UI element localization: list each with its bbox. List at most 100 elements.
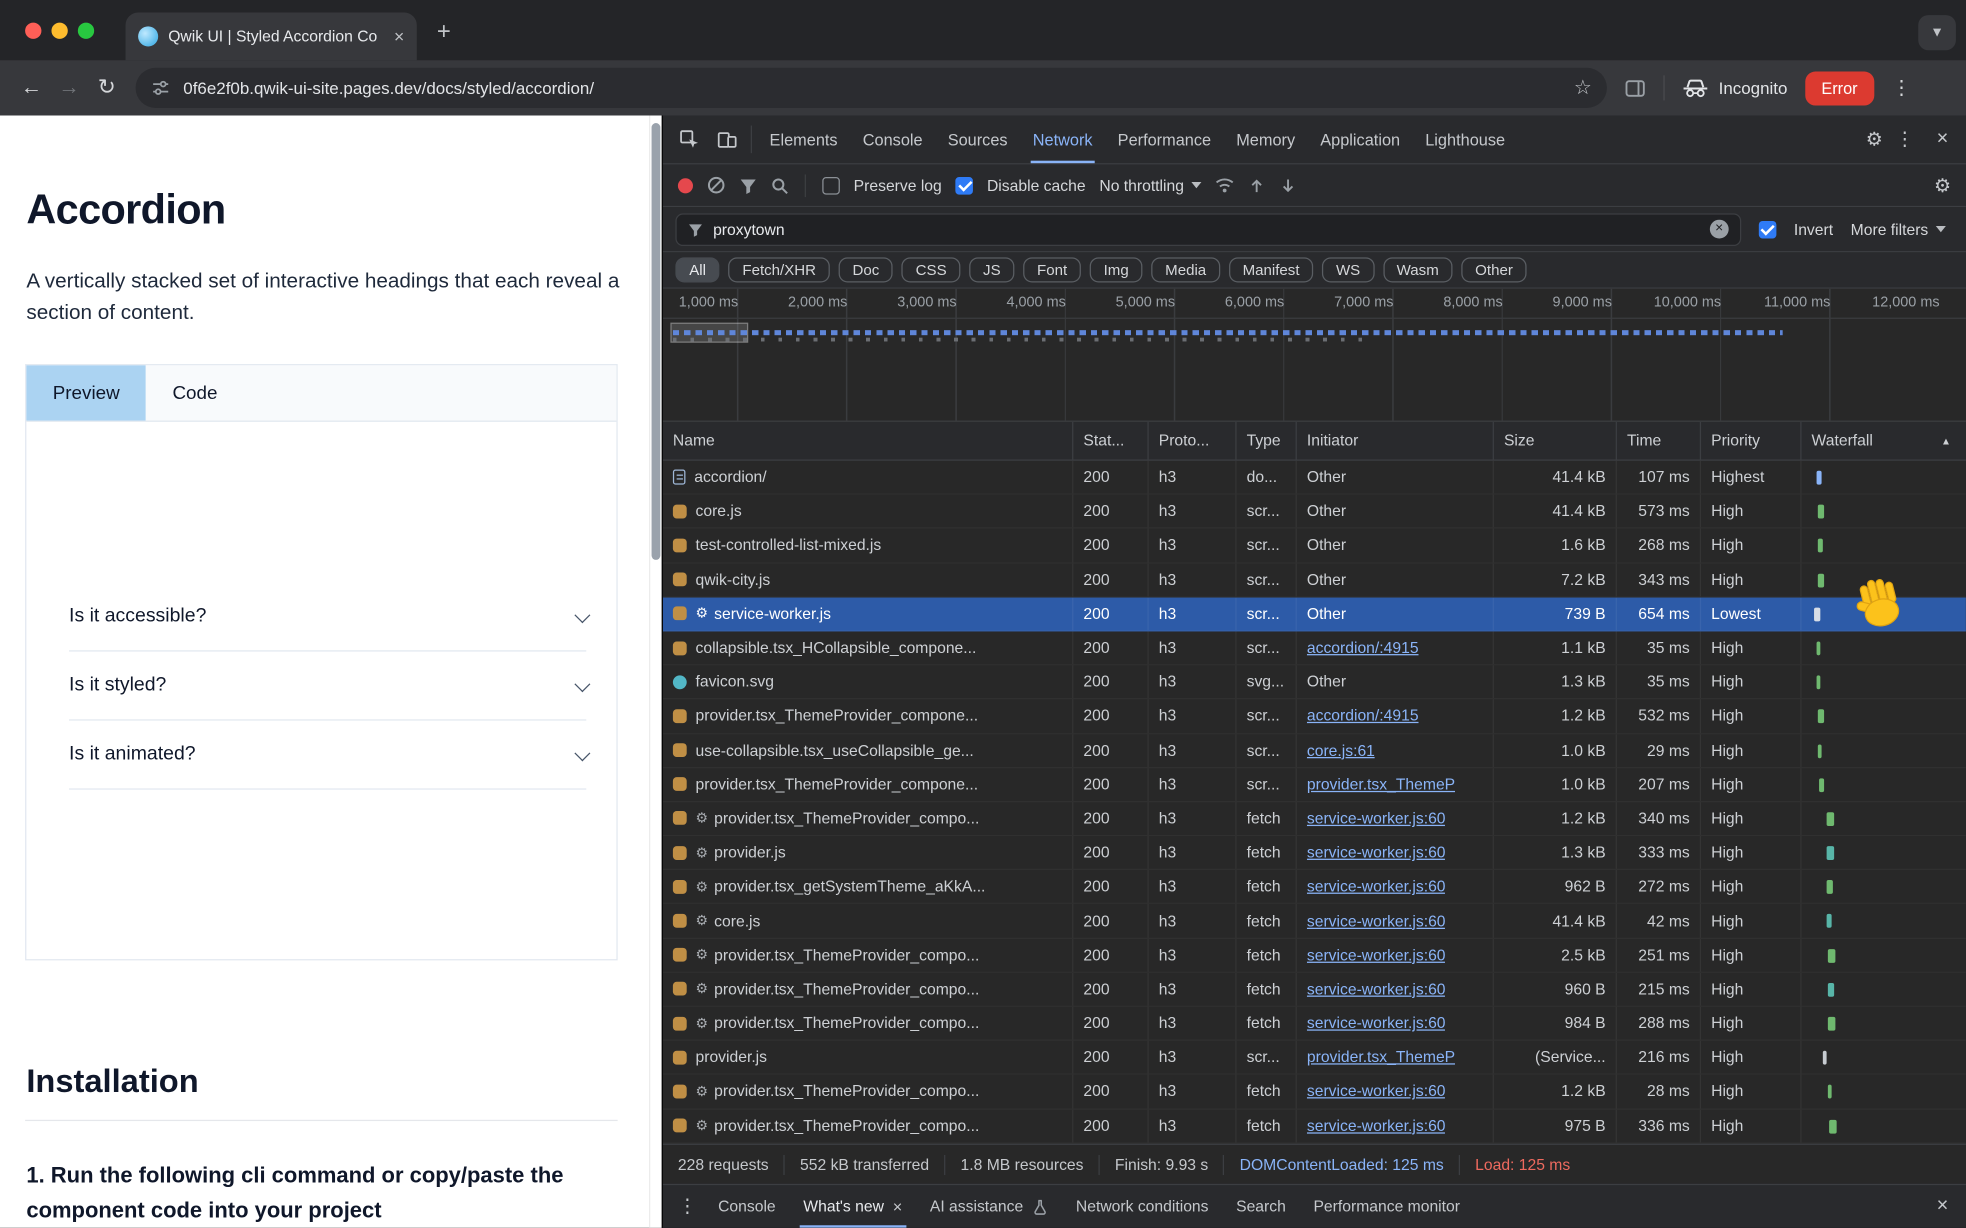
devtools-tab-elements[interactable]: Elements <box>757 115 850 163</box>
back-icon[interactable]: ← <box>13 75 51 100</box>
site-info-icon[interactable] <box>151 78 171 98</box>
drawer-tab-close-icon[interactable]: × <box>893 1197 903 1216</box>
import-har-icon[interactable] <box>1248 176 1266 194</box>
filter-chip-manifest[interactable]: Manifest <box>1229 257 1314 282</box>
minimize-window-button[interactable] <box>51 23 67 39</box>
devtools-tab-performance[interactable]: Performance <box>1105 115 1224 163</box>
request-name-cell[interactable]: ⚙provider.tsx_getSystemTheme_aKkA... <box>663 870 1074 903</box>
clear-network-log-icon[interactable] <box>707 176 726 195</box>
column-header-priority[interactable]: Priority <box>1701 422 1801 460</box>
request-name-cell[interactable]: ⚙provider.tsx_ThemeProvider_compo... <box>663 1109 1074 1142</box>
column-header-waterfall[interactable]: Waterfall▲ <box>1801 422 1965 460</box>
bookmark-star-icon[interactable]: ☆ <box>1574 75 1592 100</box>
browser-menu-icon[interactable]: ⋮ <box>1891 75 1911 100</box>
disable-cache-checkbox[interactable] <box>956 176 974 194</box>
request-row[interactable]: ⚙provider.tsx_ThemeProvider_compo...200h… <box>663 1007 1966 1041</box>
initiator-link[interactable]: provider.tsx_ThemeP <box>1307 1049 1455 1067</box>
request-name-cell[interactable]: ⚙provider.tsx_ThemeProvider_compo... <box>663 939 1074 972</box>
filter-chip-other[interactable]: Other <box>1461 257 1526 282</box>
initiator-cell[interactable]: service-worker.js:60 <box>1297 1007 1494 1040</box>
drawer-tab-search[interactable]: Search <box>1222 1185 1299 1228</box>
request-row[interactable]: ⚙provider.tsx_ThemeProvider_compo...200h… <box>663 1109 1966 1143</box>
request-name-cell[interactable]: favicon.svg <box>663 666 1074 699</box>
search-icon[interactable] <box>771 176 789 194</box>
accordion-item-is-it-animated[interactable]: Is it animated? <box>69 721 586 790</box>
initiator-cell[interactable]: core.js:61 <box>1297 734 1494 767</box>
initiator-link[interactable]: service-worker.js:60 <box>1307 912 1446 930</box>
request-row[interactable]: ⚙core.js200h3fetchservice-worker.js:6041… <box>663 904 1966 938</box>
drawer-tab-console[interactable]: Console <box>704 1185 789 1228</box>
initiator-cell[interactable]: service-worker.js:60 <box>1297 904 1494 937</box>
request-row[interactable]: ⚙provider.tsx_getSystemTheme_aKkA...200h… <box>663 870 1966 904</box>
tab-search-button[interactable]: ▼ <box>1918 15 1956 50</box>
request-name-cell[interactable]: test-controlled-list-mixed.js <box>663 529 1074 562</box>
column-header-proto[interactable]: Proto... <box>1149 422 1237 460</box>
request-row[interactable]: accordion/200h3do...Other41.4 kB107 msHi… <box>663 461 1966 495</box>
close-window-button[interactable] <box>25 23 41 39</box>
initiator-cell[interactable]: accordion/:4915 <box>1297 631 1494 664</box>
column-header-stat[interactable]: Stat... <box>1073 422 1148 460</box>
devtools-tab-sources[interactable]: Sources <box>935 115 1020 163</box>
device-toolbar-icon[interactable] <box>708 115 746 163</box>
address-bar[interactable]: 0f6e2f0b.qwik-ui-site.pages.dev/docs/sty… <box>136 68 1607 108</box>
initiator-cell[interactable]: service-worker.js:60 <box>1297 973 1494 1006</box>
initiator-link[interactable]: core.js:61 <box>1307 741 1375 759</box>
request-name-cell[interactable]: qwik-city.js <box>663 563 1074 596</box>
more-filters-dropdown[interactable]: More filters <box>1851 220 1954 238</box>
drawer-tab-what-s-new[interactable]: What's new× <box>789 1185 916 1228</box>
reload-icon[interactable]: ↻ <box>88 75 126 100</box>
initiator-link[interactable]: service-worker.js:60 <box>1307 946 1446 964</box>
initiator-link[interactable]: accordion/:4915 <box>1307 639 1419 657</box>
initiator-cell[interactable]: service-worker.js:60 <box>1297 939 1494 972</box>
record-network-log-icon[interactable] <box>678 178 693 193</box>
column-header-type[interactable]: Type <box>1237 422 1297 460</box>
request-name-cell[interactable]: ⚙provider.tsx_ThemeProvider_compo... <box>663 1007 1074 1040</box>
network-settings-icon[interactable]: ⚙ <box>1934 174 1951 197</box>
initiator-link[interactable]: service-worker.js:60 <box>1307 844 1446 862</box>
accordion-item-is-it-accessible[interactable]: Is it accessible? <box>69 583 586 652</box>
request-name-cell[interactable]: ⚙provider.js <box>663 836 1074 869</box>
initiator-cell[interactable]: service-worker.js:60 <box>1297 802 1494 835</box>
devtools-tab-console[interactable]: Console <box>850 115 935 163</box>
initiator-link[interactable]: service-worker.js:60 <box>1307 1014 1446 1032</box>
filter-chip-ws[interactable]: WS <box>1322 257 1374 282</box>
new-tab-button[interactable]: + <box>437 20 451 44</box>
filter-input[interactable]: proxytown × <box>675 213 1741 246</box>
initiator-link[interactable]: service-worker.js:60 <box>1307 1117 1446 1135</box>
column-header-initiator[interactable]: Initiator <box>1297 422 1494 460</box>
export-har-icon[interactable] <box>1279 176 1297 194</box>
request-row[interactable]: test-controlled-list-mixed.js200h3scr...… <box>663 529 1966 563</box>
initiator-link[interactable]: provider.tsx_ThemeP <box>1307 776 1455 794</box>
request-row[interactable]: ⚙provider.tsx_ThemeProvider_compo...200h… <box>663 802 1966 836</box>
throttling-dropdown[interactable]: No throttling <box>1099 176 1201 194</box>
request-row[interactable]: ⚙provider.js200h3fetchservice-worker.js:… <box>663 836 1966 870</box>
request-name-cell[interactable]: ⚙core.js <box>663 904 1074 937</box>
column-header-name[interactable]: Name <box>663 422 1074 460</box>
request-name-cell[interactable]: use-collapsible.tsx_useCollapsible_ge... <box>663 734 1074 767</box>
request-name-cell[interactable]: provider.js <box>663 1041 1074 1074</box>
network-conditions-icon[interactable] <box>1215 176 1234 195</box>
devtools-menu-icon[interactable]: ⋮ <box>1888 128 1922 151</box>
filter-chip-js[interactable]: JS <box>969 257 1014 282</box>
request-name-cell[interactable]: core.js <box>663 495 1074 528</box>
devtools-settings-icon[interactable]: ⚙ <box>1866 128 1883 151</box>
tab-preview[interactable]: Preview <box>26 365 146 420</box>
filter-chip-css[interactable]: CSS <box>902 257 961 282</box>
error-button[interactable]: Error <box>1805 71 1874 105</box>
page-scrollbar[interactable] <box>649 115 662 1227</box>
request-name-cell[interactable]: provider.tsx_ThemeProvider_compone... <box>663 768 1074 801</box>
devtools-tab-memory[interactable]: Memory <box>1224 115 1308 163</box>
column-header-size[interactable]: Size <box>1494 422 1617 460</box>
drawer-menu-icon[interactable]: ⋮ <box>670 1195 704 1218</box>
request-row[interactable]: ⚙service-worker.js200h3scr...Other739 B6… <box>663 597 1966 631</box>
drawer-tab-ai-assistance[interactable]: AI assistance <box>916 1185 1062 1228</box>
request-name-cell[interactable]: ⚙provider.tsx_ThemeProvider_compo... <box>663 973 1074 1006</box>
initiator-link[interactable]: service-worker.js:60 <box>1307 878 1446 896</box>
request-name-cell[interactable]: ⚙provider.tsx_ThemeProvider_compo... <box>663 1075 1074 1108</box>
initiator-cell[interactable]: service-worker.js:60 <box>1297 870 1494 903</box>
maximize-window-button[interactable] <box>78 23 94 39</box>
filter-chip-img[interactable]: Img <box>1090 257 1143 282</box>
request-row[interactable]: provider.tsx_ThemeProvider_compone...200… <box>663 700 1966 734</box>
request-row[interactable]: ⚙provider.tsx_ThemeProvider_compo...200h… <box>663 1075 1966 1109</box>
forward-icon[interactable]: → <box>50 75 88 100</box>
